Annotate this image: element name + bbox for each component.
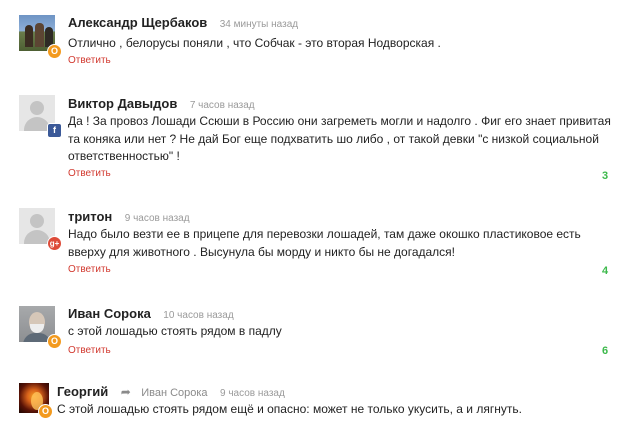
rating-count: 6 xyxy=(602,345,609,357)
rating-count: 3 xyxy=(602,170,609,182)
ok-icon: О xyxy=(47,44,62,59)
comment-author[interactable]: Иван Сорока xyxy=(68,306,151,321)
rating-count: 4 xyxy=(602,265,609,277)
comment-time: 7 часов назад xyxy=(189,100,255,111)
reply-button[interactable]: Ответить xyxy=(68,55,111,66)
reply-button[interactable]: Ответить xyxy=(68,345,111,356)
comment-text: С этой лошадью стоять рядом ещё и опасно… xyxy=(57,402,522,416)
facebook-icon: f xyxy=(47,123,62,138)
comment-time: 9 часов назад xyxy=(220,388,285,399)
ok-icon: О xyxy=(38,404,53,419)
ok-icon: О xyxy=(47,334,62,349)
comment-text: с этой лошадью стоять рядом в падлу xyxy=(68,324,282,338)
comment-author[interactable]: Георгий xyxy=(57,384,108,399)
comment-text: Надо было везти ее в прицепе для перевоз… xyxy=(68,227,581,259)
comment-text: Да ! За провоз Лошади Ссюши в Россию они… xyxy=(68,114,611,163)
comment-time: 34 минуты назад xyxy=(219,19,299,30)
comment-author[interactable]: Виктор Давыдов xyxy=(68,96,177,111)
comment-time: 9 часов назад xyxy=(124,213,190,224)
comment-text: Отлично , белорусы поняли , что Собчак -… xyxy=(68,36,441,50)
comment-author[interactable]: Александр Щербаков xyxy=(68,15,207,30)
comment-time: 10 часов назад xyxy=(163,310,234,321)
google-plus-icon: g+ xyxy=(47,236,62,251)
reply-button[interactable]: Ответить xyxy=(68,168,111,179)
reply-to-author[interactable]: Иван Сорока xyxy=(141,387,207,399)
reply-button[interactable]: Ответить xyxy=(68,264,111,275)
reply-arrow-icon: ➦ xyxy=(120,385,131,399)
comment-author[interactable]: тритон xyxy=(68,209,112,224)
